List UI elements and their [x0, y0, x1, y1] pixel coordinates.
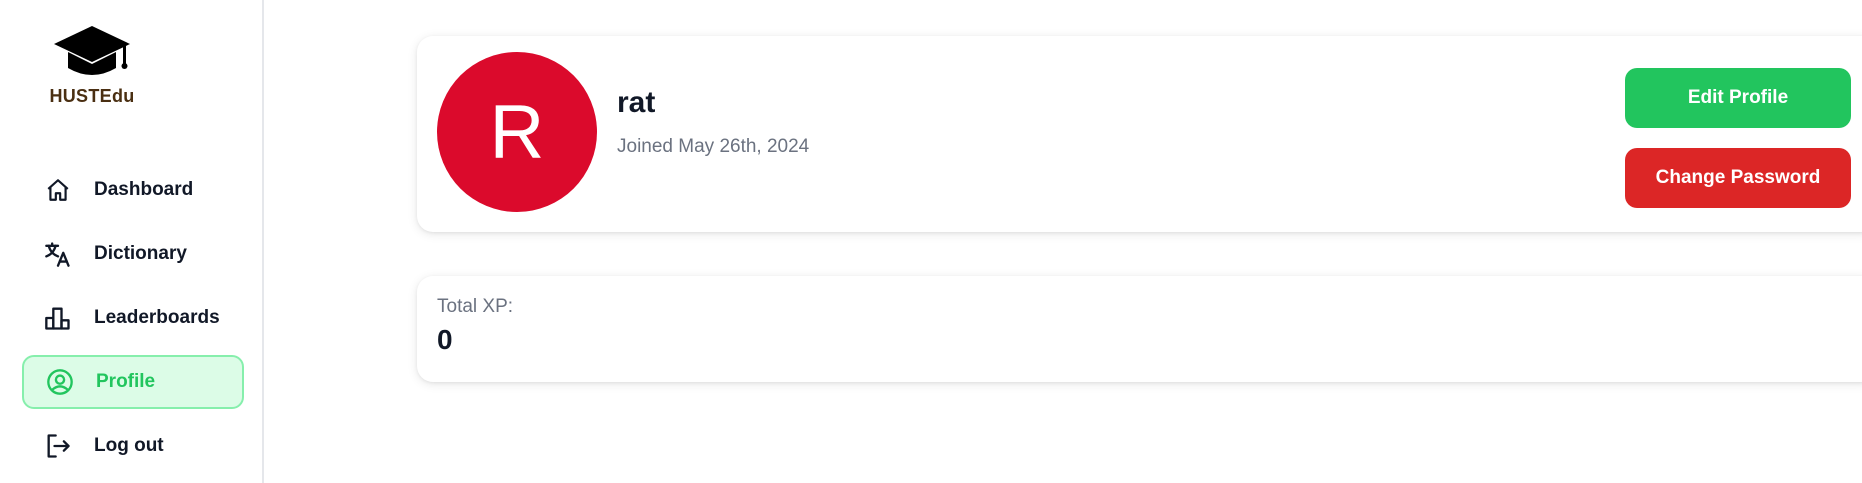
sidebar-item-logout[interactable]: Log out	[22, 419, 244, 473]
translate-icon	[44, 240, 72, 268]
bar-chart-icon	[44, 304, 72, 332]
profile-username: rat	[617, 86, 656, 119]
brand-name: HUSTEdu	[49, 86, 135, 106]
sidebar: HUSTEdu Dashboard Dictionary Leaderboard…	[0, 0, 264, 483]
change-password-button[interactable]: Change Password	[1625, 148, 1851, 208]
sidebar-item-label: Profile	[96, 371, 156, 392]
sidebar-item-dashboard[interactable]: Dashboard	[22, 163, 244, 217]
sidebar-item-profile[interactable]: Profile	[22, 355, 244, 409]
sidebar-item-label: Leaderboards	[94, 307, 220, 328]
brand-logo[interactable]: HUSTEdu	[44, 22, 140, 107]
edit-profile-button[interactable]: Edit Profile	[1625, 68, 1851, 128]
logout-icon	[44, 432, 72, 460]
sidebar-item-label: Dashboard	[94, 179, 194, 200]
profile-joined-date: Joined May 26th, 2024	[617, 136, 810, 157]
sidebar-item-label: Dictionary	[94, 243, 187, 264]
graduation-cap-icon	[54, 26, 130, 75]
user-circle-icon	[46, 368, 74, 396]
xp-card: Total XP: 0	[417, 276, 1862, 382]
sidebar-item-dictionary[interactable]: Dictionary	[22, 227, 244, 281]
sidebar-item-label: Log out	[94, 435, 164, 456]
total-xp-value: 0	[437, 324, 453, 355]
sidebar-item-leaderboards[interactable]: Leaderboards	[22, 291, 244, 345]
total-xp-label: Total XP:	[437, 296, 514, 317]
profile-card: R rat Joined May 26th, 2024 Edit Profile…	[417, 36, 1862, 232]
avatar: R	[437, 52, 597, 212]
home-icon	[44, 176, 72, 204]
